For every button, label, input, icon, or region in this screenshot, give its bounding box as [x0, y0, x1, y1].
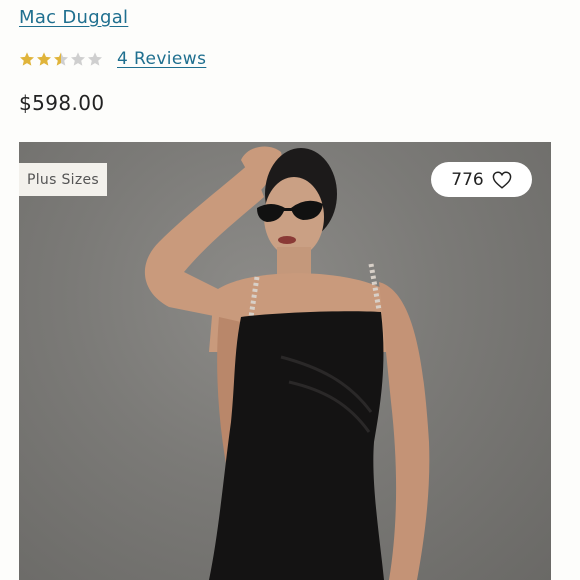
reviews-link[interactable]: 4 Reviews — [117, 49, 206, 69]
plus-sizes-badge: Plus Sizes — [19, 163, 107, 196]
product-price: $598.00 — [19, 91, 105, 115]
product-image[interactable]: Plus Sizes 776 — [19, 142, 551, 580]
star-icon — [20, 52, 34, 66]
model-photo — [144, 146, 430, 580]
star-icon — [88, 52, 102, 66]
rating-row: 4 Reviews — [19, 47, 206, 71]
star-icon — [37, 52, 51, 66]
heart-outline-icon — [492, 170, 512, 189]
star-icon — [71, 52, 85, 66]
product-page: Mac Duggal 4 Reviews $598.00 Plus Sizes … — [0, 0, 580, 580]
favorite-count: 776 — [451, 169, 484, 190]
star-icon — [54, 52, 68, 66]
brand-link[interactable]: Mac Duggal — [19, 7, 128, 28]
favorite-button[interactable]: 776 — [431, 162, 532, 197]
rating-stars[interactable] — [19, 51, 103, 67]
